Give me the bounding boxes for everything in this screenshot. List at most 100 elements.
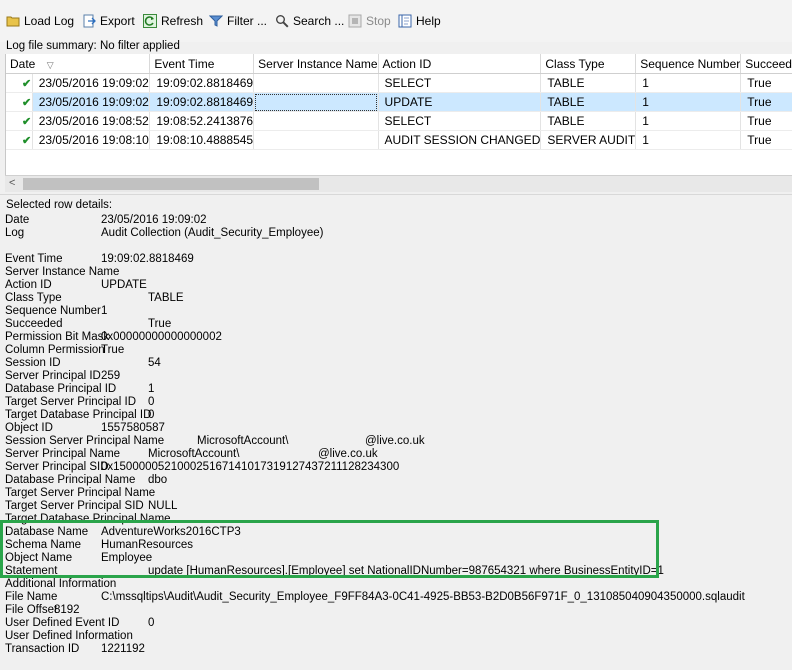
cell-event-time: 19:09:02.8818469 (149, 92, 255, 112)
refresh-icon (143, 14, 157, 28)
cell-action-id: AUDIT SESSION CHANGED (378, 130, 542, 150)
filter-label: Filter ... (227, 14, 268, 28)
detail-value-server-principal-name: MicrosoftAccount\ (148, 448, 240, 460)
cell-class-type: TABLE (540, 92, 637, 112)
detail-value-transaction-id: 1221192 (101, 643, 145, 655)
detail-label-user-defined-information: User Defined Information (5, 630, 133, 642)
detail-label-server-instance-name: Server Instance Name (5, 266, 120, 278)
detail-label-event-time: Event Time (5, 253, 63, 265)
detail-label-target-server-principal-id: Target Server Principal ID (5, 396, 137, 408)
detail-label-server-principal-sid: Server Principal SID (5, 461, 109, 473)
detail-label-target-database-principal-id: Target Database Principal ID (5, 409, 152, 421)
stop-icon (348, 14, 362, 28)
column-header-class-type[interactable]: Class Type (540, 54, 637, 74)
detail-label-additional-information: Additional Information (5, 578, 117, 590)
cell-class-type: SERVER AUDIT (540, 130, 637, 150)
detail-label-column-permission: Column Permission (5, 344, 105, 356)
refresh-button[interactable]: Refresh (143, 12, 203, 30)
detail-value-sequence-number: 1 (101, 305, 108, 317)
export-label: Export (100, 14, 135, 28)
column-header-action-id[interactable]: Action ID (378, 54, 542, 74)
search-label: Search ... (293, 14, 345, 28)
export-button[interactable]: Export (82, 12, 135, 30)
cell-sequence-number: 1 (635, 92, 742, 112)
cell-date: 23/05/2016 19:08:52 (32, 111, 151, 131)
checkmark-icon: ✔ (6, 73, 33, 93)
detail-label-sequence-number: Sequence Number (5, 305, 101, 317)
detail-label-server-principal-name: Server Principal Name (5, 448, 121, 460)
detail-value-action-id: UPDATE (101, 279, 147, 291)
detail-value-event-time: 19:09:02.8818469 (101, 253, 194, 265)
load-log-button[interactable]: Load Log (6, 12, 74, 30)
detail-value-server-principal-id: 259 (101, 370, 121, 382)
cell-class-type: TABLE (540, 73, 637, 93)
checkmark-icon: ✔ (6, 111, 33, 131)
highlight-box (0, 520, 659, 578)
detail-label-file-offset: File Offset (5, 604, 58, 616)
detail-value-user-defined-event-id: 0 (148, 617, 155, 629)
detail-value-target-database-principal-id: 0 (148, 409, 155, 421)
cell-server-instance (253, 92, 379, 112)
detail-value-date: 23/05/2016 19:09:02 (101, 214, 207, 226)
cell-date: 23/05/2016 19:08:10 (32, 130, 151, 150)
detail-label-target-server-principal-name: Target Server Principal Name (5, 487, 156, 499)
column-header-succeeded[interactable]: Succeed (740, 54, 792, 74)
column-header-sequence-number[interactable]: Sequence Number (635, 54, 742, 74)
table-row[interactable]: ✔ 23/05/2016 19:08:52 19:08:52.2413876 S… (6, 111, 792, 131)
column-header-server-instance-name[interactable]: Server Instance Name (253, 54, 379, 74)
cell-sequence-number: 1 (635, 73, 742, 93)
detail-value-server-principal-domain: @live.co.uk (318, 448, 378, 460)
column-header-date[interactable]: Date ▽ (6, 54, 151, 74)
help-button[interactable]: Help (398, 12, 441, 30)
cell-sequence-number: 1 (635, 111, 742, 131)
toolbar: Load Log Export Refresh Filter ... Searc… (0, 0, 792, 42)
filter-icon (208, 14, 224, 28)
detail-label-date: Date (5, 214, 30, 226)
cell-date: 23/05/2016 19:09:02 (32, 92, 151, 112)
detail-label-succeeded: Succeeded (5, 318, 63, 330)
detail-label-session-server-principal-name: Session Server Principal Name (5, 435, 165, 447)
search-button[interactable]: Search ... (275, 12, 344, 30)
stop-button[interactable]: Stop (348, 12, 391, 30)
detail-label-user-defined-event-id: User Defined Event ID (5, 617, 120, 629)
detail-value-target-server-principal-sid: NULL (148, 500, 178, 512)
cell-action-id: SELECT (378, 111, 542, 131)
detail-label-log: Log (5, 227, 25, 239)
detail-label-session-id: Session ID (5, 357, 61, 369)
scroll-left-icon[interactable]: < (9, 177, 15, 189)
cell-action-id: UPDATE (378, 92, 542, 112)
cell-sequence-number: 1 (635, 130, 742, 150)
cell-class-type: TABLE (540, 111, 637, 131)
filter-button[interactable]: Filter ... (208, 12, 268, 30)
table-row[interactable]: ✔ 23/05/2016 19:09:02 19:09:02.8818469 S… (6, 73, 792, 93)
cell-event-time: 19:09:02.8818469 (149, 73, 255, 93)
detail-value-file-offset: 8192 (54, 604, 80, 616)
detail-label-transaction-id: Transaction ID (5, 643, 80, 655)
detail-value-class-type: TABLE (148, 292, 184, 304)
horizontal-scrollbar[interactable]: < (5, 175, 792, 192)
column-header-event-time[interactable]: Event Time (149, 54, 255, 74)
detail-label-file-name: File Name (5, 591, 58, 603)
cell-succeeded: True (740, 130, 792, 150)
load-log-label: Load Log (24, 14, 75, 28)
table-row-selected[interactable]: ✔ 23/05/2016 19:09:02 19:09:02.8818469 U… (6, 92, 792, 112)
detail-value-file-name: C:\mssqltips\Audit\Audit_Security_Employ… (101, 591, 745, 603)
detail-label-permission-bit-mask: Permission Bit Mask (5, 331, 110, 343)
grid-header-row: Date ▽ Event Time Server Instance Name A… (6, 54, 792, 74)
detail-value-column-permission: True (101, 344, 125, 356)
help-book-icon (398, 14, 412, 28)
detail-label-database-principal-name: Database Principal Name (5, 474, 136, 486)
detail-value-succeeded: True (148, 318, 172, 330)
detail-label-database-principal-id: Database Principal ID (5, 383, 117, 395)
detail-label-target-server-principal-sid: Target Server Principal SID (5, 500, 144, 512)
detail-label-object-id: Object ID (5, 422, 53, 434)
audit-log-grid[interactable]: Date ▽ Event Time Server Instance Name A… (5, 54, 792, 175)
detail-value-log: Audit Collection (Audit_Security_Employe… (101, 227, 324, 239)
search-icon (275, 14, 289, 28)
table-row[interactable]: ✔ 23/05/2016 19:08:10 19:08:10.4888545 A… (6, 130, 792, 150)
cell-server-instance (253, 111, 379, 131)
refresh-label: Refresh (161, 14, 204, 28)
detail-value-database-principal-id: 1 (148, 383, 155, 395)
cell-server-instance (253, 73, 379, 93)
scrollbar-thumb[interactable] (23, 178, 319, 190)
